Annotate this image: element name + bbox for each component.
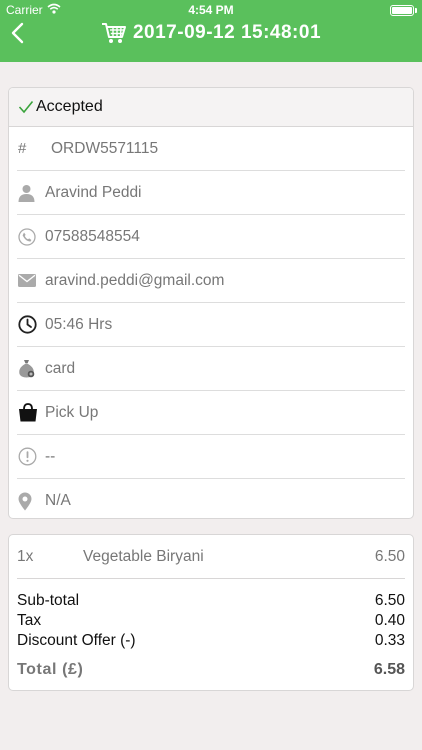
- battery-icon: [390, 5, 414, 16]
- note-row: --: [17, 435, 405, 479]
- tax-row: Tax 0.40: [17, 612, 405, 632]
- delivery-type-row: Pick Up: [17, 391, 405, 435]
- person-icon: [17, 182, 45, 204]
- nav-bar: 2017-09-12 15:48:01: [0, 20, 422, 62]
- clock-icon: [17, 314, 45, 336]
- order-number: ORDW5571115: [51, 139, 159, 157]
- customer-name: Aravind Peddi: [45, 183, 142, 201]
- order-status-row: Accepted: [9, 88, 413, 127]
- order-address: N/A: [45, 492, 71, 509]
- hash-icon: #: [18, 140, 27, 157]
- time-row: 05:46 Hrs: [17, 303, 405, 347]
- phone-row[interactable]: 07588548554: [17, 215, 405, 259]
- order-note: --: [45, 447, 56, 465]
- subtotal-value: 6.50: [374, 592, 405, 609]
- customer-row: Aravind Peddi: [17, 171, 405, 215]
- nav-title-group: 2017-09-12 15:48:01: [0, 21, 422, 45]
- payment-row: card: [17, 347, 405, 391]
- clock: 4:54 PM: [188, 3, 234, 17]
- page-title: 2017-09-12 15:48:01: [132, 22, 322, 43]
- order-info-card: Accepted # ORDW5571115 Aravind Peddi 075…: [8, 87, 414, 519]
- customer-email: aravind.peddi@gmail.com: [45, 271, 225, 289]
- address-row: N/A: [17, 479, 405, 518]
- checkmark-icon: [18, 100, 34, 114]
- money-bag-icon: [17, 358, 45, 380]
- email-row[interactable]: aravind.peddi@gmail.com: [17, 259, 405, 303]
- delivery-type: Pick Up: [45, 403, 99, 421]
- item-quantity: 1x: [17, 548, 34, 565]
- location-pin-icon: [17, 490, 45, 512]
- envelope-icon: [17, 270, 45, 292]
- discount-value: 0.33: [374, 632, 405, 649]
- phone-icon: [17, 226, 45, 248]
- exclamation-icon: [17, 446, 45, 468]
- total-label: Total (£): [17, 661, 84, 678]
- order-number-row: # ORDW5571115: [17, 127, 405, 171]
- item-price: 6.50: [374, 548, 405, 565]
- app-header: Carrier 4:54 PM 2017-09-12 15:48:01: [0, 0, 422, 62]
- shopping-bag-icon: [17, 402, 45, 424]
- discount-row: Discount Offer (-) 0.33: [17, 632, 405, 652]
- tax-label: Tax: [17, 612, 42, 629]
- order-summary-card: 1x Vegetable Biryani 6.50 Sub-total 6.50…: [8, 534, 414, 691]
- order-time: 05:46 Hrs: [45, 315, 113, 333]
- customer-phone: 07588548554: [45, 227, 140, 245]
- subtotal-label: Sub-total: [17, 592, 80, 609]
- list-item: 1x Vegetable Biryani 6.50: [17, 535, 405, 579]
- discount-label: Discount Offer (-): [17, 632, 136, 649]
- battery-tip: [415, 8, 417, 13]
- cart-icon: [101, 23, 126, 43]
- status-bar: Carrier 4:54 PM: [0, 0, 422, 20]
- tax-value: 0.40: [374, 612, 405, 629]
- item-name: Vegetable Biryani: [83, 548, 204, 565]
- order-status: Accepted: [36, 98, 103, 115]
- payment-method: card: [45, 359, 76, 377]
- total-value: 6.58: [373, 661, 405, 678]
- subtotal-row: Sub-total 6.50: [17, 592, 405, 612]
